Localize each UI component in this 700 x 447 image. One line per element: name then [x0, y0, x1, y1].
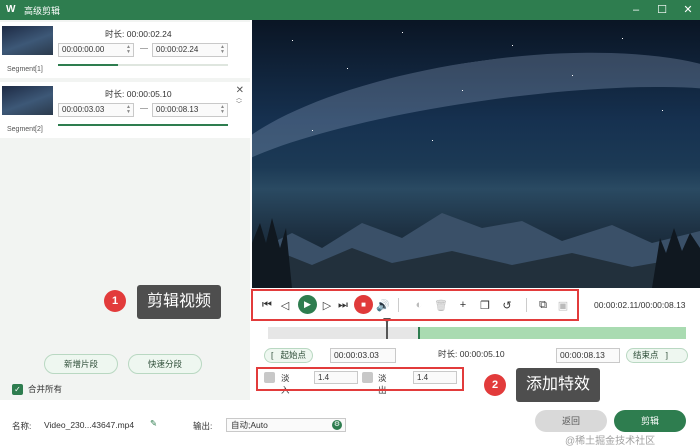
- annotation-label: 剪辑视频: [137, 285, 222, 319]
- segment-end-value: 00:00:08.13: [156, 105, 199, 114]
- segment-start-value: 00:00:03.03: [62, 105, 105, 114]
- annotation-label: 添加特效: [516, 368, 601, 402]
- checkbox-checked-icon[interactable]: ✓: [12, 383, 23, 395]
- cut-button[interactable]: 剪辑: [614, 410, 686, 432]
- back-button[interactable]: 返回: [535, 410, 607, 432]
- output-select[interactable]: 自动;Auto: [226, 418, 346, 432]
- minimize-button[interactable]: –: [630, 2, 642, 18]
- window-controls: – ☐ ✕: [630, 2, 694, 18]
- close-button[interactable]: ✕: [682, 2, 694, 18]
- spinner-icon[interactable]: ▲ ▼: [126, 105, 131, 115]
- segment-end-field[interactable]: 00:00:02.24 ▲ ▼: [152, 43, 228, 57]
- merge-all-option[interactable]: ✓ 合并所有: [12, 383, 62, 395]
- playhead-handle[interactable]: [383, 318, 391, 339]
- annotation-badge: 2: [484, 374, 506, 396]
- quick-split-button[interactable]: 快速分段: [128, 354, 202, 374]
- segment-duration: 时长: 00:00:02.24: [105, 29, 172, 39]
- title-bar: W 高级剪辑 – ☐ ✕: [0, 0, 700, 20]
- window-title: 高级剪辑: [24, 5, 61, 16]
- segment-item[interactable]: Segment[1] 时长: 00:00:02.24 00:00:00.00 ▲…: [0, 22, 250, 78]
- segment-end-field[interactable]: 00:00:08.13 ▲ ▼: [152, 103, 228, 117]
- segment-thumbnail: [2, 86, 53, 115]
- segment-label: Segment[1]: [7, 66, 43, 73]
- video-preview: [252, 20, 700, 288]
- segment-start-value: 00:00:00.00: [62, 45, 105, 54]
- end-time-field[interactable]: 00:00:08.13: [556, 348, 620, 363]
- merge-all-label: 合并所有: [28, 384, 63, 394]
- segment-progress: [58, 124, 228, 126]
- edit-name-icon[interactable]: ✎: [150, 418, 157, 429]
- gear-icon[interactable]: ⚙: [332, 420, 342, 430]
- set-start-label: 起始点: [280, 350, 306, 360]
- range-dash: [140, 48, 148, 49]
- spinner-icon[interactable]: ▲ ▼: [220, 45, 225, 55]
- add-segment-button[interactable]: 新增片段: [44, 354, 118, 374]
- file-name: Video_230...43647.mp4: [44, 420, 135, 430]
- segment-item[interactable]: Segment[2] 时长: 00:00:05.10 00:00:03.03 ▲…: [0, 82, 250, 138]
- range-duration: 时长: 00:00:05.10: [438, 349, 505, 359]
- delete-segment-icon[interactable]: ✕: [236, 85, 244, 96]
- mountain-landscape: [252, 213, 700, 288]
- segment-duration: 时长: 00:00:05.10: [105, 89, 172, 99]
- segment-panel: Segment[1] 时长: 00:00:02.24 00:00:00.00 ▲…: [0, 20, 250, 400]
- annotation-badge: 1: [104, 290, 126, 312]
- set-end-label: 结束点: [633, 350, 659, 360]
- name-label: 名称:: [12, 421, 32, 431]
- spinner-icon[interactable]: ▲ ▼: [220, 105, 225, 115]
- set-end-button[interactable]: 结束点 ]: [626, 348, 688, 363]
- segment-end-value: 00:00:02.24: [156, 45, 199, 54]
- output-label: 输出:: [193, 421, 213, 431]
- segment-progress: [58, 64, 228, 66]
- range-dash: [140, 108, 148, 109]
- segment-label: Segment[2]: [7, 126, 43, 133]
- maximize-button[interactable]: ☐: [656, 2, 668, 18]
- segment-start-field[interactable]: 00:00:03.03 ▲ ▼: [58, 103, 134, 117]
- start-time-field[interactable]: 00:00:03.03: [330, 348, 396, 363]
- segment-thumbnail: [2, 26, 53, 55]
- playback-timecode: 00:00:02.11/00:00:08.13: [594, 300, 686, 310]
- spinner-icon[interactable]: ▲ ▼: [126, 45, 131, 55]
- set-start-button[interactable]: [ 起始点: [264, 348, 313, 363]
- highlight-effects: [256, 367, 464, 391]
- segment-start-field[interactable]: 00:00:00.00 ▲ ▼: [58, 43, 134, 57]
- timeline-selection[interactable]: [418, 327, 686, 339]
- timeline-track[interactable]: [268, 327, 686, 339]
- highlight-edit-controls: [251, 289, 579, 321]
- app-logo-icon: W: [6, 4, 16, 15]
- reorder-icon[interactable]: ︿ ﹀: [236, 96, 242, 108]
